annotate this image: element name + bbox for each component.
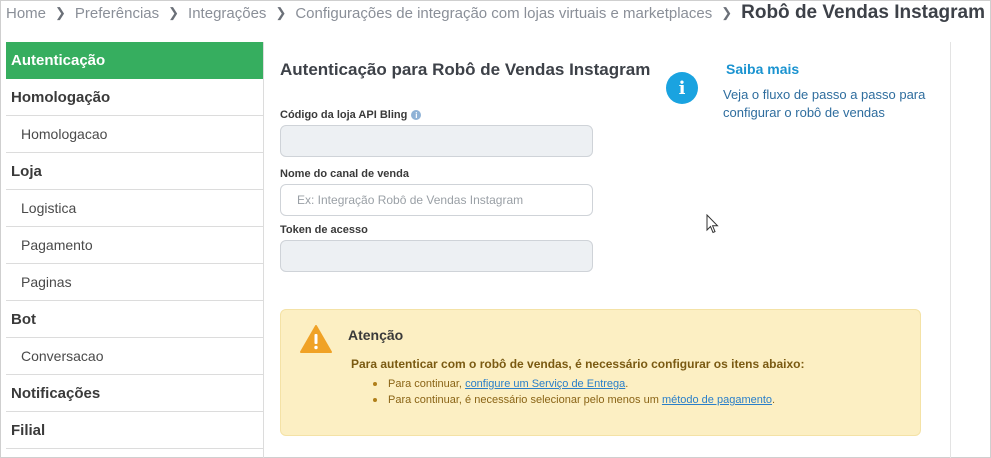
warning-icon: [300, 325, 332, 353]
saiba-mais-link[interactable]: Saiba mais: [726, 61, 799, 77]
breadcrumb-configuracoes[interactable]: Configurações de integração com lojas vi…: [295, 5, 712, 22]
sidebar-item-label: Autenticação: [11, 52, 106, 69]
breadcrumb-integracoes[interactable]: Integrações: [188, 5, 266, 22]
info-circle-icon: i: [666, 72, 698, 104]
alert-item-prefix: Para continuar,: [388, 378, 466, 390]
mouse-cursor-icon: [706, 214, 719, 234]
sidebar-item-paginas[interactable]: Paginas: [6, 264, 263, 301]
breadcrumb-preferencias[interactable]: Preferências: [75, 5, 159, 22]
token-label: Token de acesso: [280, 224, 368, 236]
sidebar-item-label: Notificações: [11, 384, 101, 402]
breadcrumb-current: Robô de Vendas Instagram: [741, 2, 986, 23]
sidebar-item-label: Homologacao: [21, 126, 108, 142]
sidebar-item-homologacao[interactable]: Homologacao: [6, 116, 263, 153]
alert-item-prefix: Para continuar, é necessário selecionar …: [388, 394, 662, 406]
channel-name-field-wrapper: [280, 184, 593, 216]
api-code-label-text: Código da loja API Bling: [280, 109, 408, 121]
channel-name-label: Nome do canal de venda: [280, 168, 409, 180]
sidebar-item-homologacao-section[interactable]: Homologação: [6, 79, 263, 116]
sidebar-item-label: Bot: [11, 310, 36, 328]
alert-list: Para continuar, configure um Serviço de …: [363, 376, 775, 408]
sidebar-item-logistica[interactable]: Logistica: [6, 190, 263, 227]
sidebar-item-label: Conversacao: [21, 348, 104, 364]
sidebar-item-notificacoes[interactable]: Notificações: [6, 375, 263, 412]
payment-method-link[interactable]: método de pagamento: [662, 394, 772, 406]
sidebar-item-pagamento[interactable]: Pagamento: [6, 227, 263, 264]
chevron-right-icon: ❯: [168, 5, 180, 20]
saiba-mais-description[interactable]: Veja o fluxo de passo a passo para confi…: [723, 86, 953, 122]
sidebar-item-label: Logistica: [21, 200, 77, 216]
token-field-wrapper: [280, 240, 593, 272]
sidebar-item-loja-section[interactable]: Loja: [6, 153, 263, 190]
chevron-right-icon: ❯: [275, 5, 287, 20]
sidebar: Autenticação Homologação Homologacao Loj…: [6, 42, 264, 458]
info-icon[interactable]: i: [411, 110, 422, 120]
token-input[interactable]: [281, 241, 592, 271]
api-code-label: Código da loja API Bling i: [280, 109, 422, 121]
sidebar-item-bot-section[interactable]: Bot: [6, 301, 263, 338]
api-code-field-wrapper: [280, 125, 593, 157]
alert-item-suffix: .: [625, 378, 629, 390]
channel-name-input[interactable]: [281, 185, 592, 215]
attention-alert: Atenção Para autenticar com o robô de ve…: [280, 309, 921, 436]
sidebar-item-conversacao[interactable]: Conversacao: [6, 338, 263, 375]
sidebar-item-autenticacao[interactable]: Autenticação: [6, 42, 263, 79]
sidebar-item-label: Loja: [11, 162, 42, 180]
sidebar-item-filial[interactable]: Filial: [6, 412, 263, 449]
alert-description: Para autenticar com o robô de vendas, é …: [351, 357, 805, 371]
alert-item-suffix: .: [772, 394, 776, 406]
configure-delivery-link[interactable]: configure um Serviço de Entrega: [465, 378, 625, 390]
api-code-input[interactable]: [281, 126, 592, 156]
right-divider: [950, 42, 951, 458]
sidebar-item-label: Homologação: [11, 88, 111, 106]
sidebar-item-label: Paginas: [21, 274, 72, 290]
breadcrumb-home[interactable]: Home: [6, 5, 46, 22]
list-item: Para continuar, é necessário selecionar …: [363, 392, 775, 408]
sidebar-item-label: Filial: [11, 421, 46, 439]
sidebar-item-label: Pagamento: [21, 237, 93, 253]
chevron-right-icon: ❯: [55, 5, 66, 20]
page-title: Autenticação para Robô de Vendas Instagr…: [280, 60, 651, 79]
breadcrumb: Home ❯ Preferências ❯ Integrações ❯ Conf…: [6, 0, 985, 26]
chevron-right-icon: ❯: [721, 5, 733, 20]
alert-title: Atenção: [348, 327, 404, 343]
list-item: Para continuar, configure um Serviço de …: [363, 376, 775, 392]
